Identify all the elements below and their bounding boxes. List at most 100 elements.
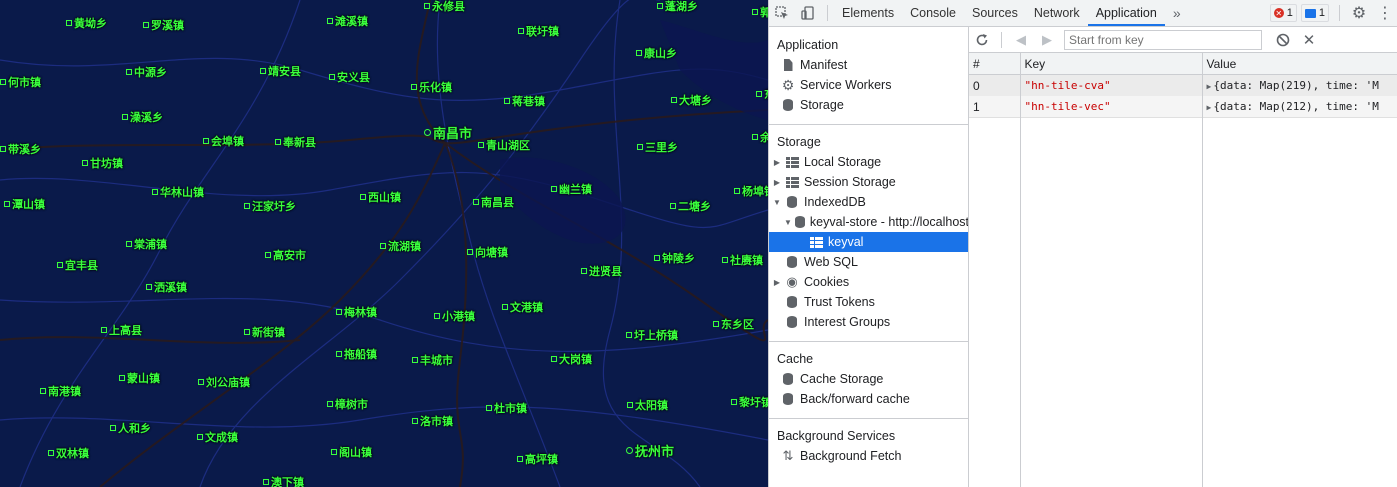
- map-place-label[interactable]: 甘坊镇: [82, 155, 123, 171]
- map-place-label[interactable]: 棠浦镇: [126, 236, 167, 252]
- column-header-key[interactable]: Key: [1020, 53, 1203, 75]
- map-place-label[interactable]: 潭山镇: [4, 196, 45, 212]
- map-place-label[interactable]: 三里乡: [637, 139, 678, 155]
- sidebar-item-background-fetch[interactable]: ⇅ Background Fetch: [769, 446, 968, 466]
- table-row[interactable]: 0 "hn-tile-cva" ▶ {data: Map(219), time: …: [969, 74, 1397, 96]
- map-place-label[interactable]: 青山湖区: [478, 137, 530, 153]
- sidebar-item-cache-storage[interactable]: Cache Storage: [769, 369, 968, 389]
- map-place-label[interactable]: 宜丰县: [57, 257, 98, 273]
- map-place-label[interactable]: 向塘镇: [467, 244, 508, 260]
- map-place-label[interactable]: 康山乡: [636, 45, 677, 61]
- delete-selected-icon[interactable]: ✕: [1296, 28, 1322, 52]
- map-place-label[interactable]: 文港镇: [502, 299, 543, 315]
- map-place-label[interactable]: 高坪镇: [517, 451, 558, 467]
- clear-object-store-icon[interactable]: [1270, 28, 1296, 52]
- map-place-label[interactable]: 汪家圩乡: [244, 198, 296, 214]
- sidebar-item-service-workers[interactable]: ⚙ Service Workers: [769, 75, 968, 95]
- row-value[interactable]: ▶ {data: Map(212), time: 'M: [1202, 96, 1397, 118]
- sidebar-item-keyval[interactable]: keyval: [769, 232, 968, 252]
- tab-application[interactable]: Application: [1087, 0, 1165, 26]
- map-place-label[interactable]: 圩上桥镇: [626, 327, 678, 343]
- map-place-label[interactable]: 樟树市: [327, 396, 368, 412]
- row-value[interactable]: ▶ {data: Map(219), time: 'M: [1202, 74, 1397, 96]
- map-place-label[interactable]: 华林山镇: [152, 184, 204, 200]
- map-place-label[interactable]: 小港镇: [434, 308, 475, 324]
- sidebar-item-back-forward-cache[interactable]: Back/forward cache: [769, 389, 968, 409]
- more-tabs-button[interactable]: »: [1165, 0, 1189, 26]
- expand-triangle-icon[interactable]: ▶: [1207, 82, 1212, 91]
- device-toolbar-icon[interactable]: [795, 0, 821, 26]
- expanded-triangle-icon[interactable]: ▼: [772, 198, 782, 207]
- map-place-label[interactable]: 大塘乡: [671, 92, 712, 108]
- map-place-label[interactable]: 乐化镇: [411, 79, 452, 95]
- tab-console[interactable]: Console: [902, 0, 964, 26]
- error-count-badge[interactable]: ✕ 1: [1269, 4, 1297, 22]
- map-place-label[interactable]: 抚州市: [626, 441, 674, 460]
- map-place-label[interactable]: 澳下镇: [263, 474, 304, 487]
- column-header-index[interactable]: #: [969, 53, 1021, 75]
- map-place-label[interactable]: 余: [752, 129, 768, 145]
- sidebar-item-keyval-store-http-localhost-8080[interactable]: ▼ keyval-store - http://localhost:8080: [769, 212, 968, 232]
- map-place-label[interactable]: 进贤县: [581, 263, 622, 279]
- map-place-label[interactable]: 东: [756, 86, 768, 102]
- map-place-label[interactable]: 幽兰镇: [551, 181, 592, 197]
- map-place-label[interactable]: 何市镇: [0, 74, 41, 90]
- sidebar-item-web-sql[interactable]: Web SQL: [769, 252, 968, 272]
- map-place-label[interactable]: 永修县: [424, 0, 465, 14]
- map-place-label[interactable]: 东乡区: [713, 316, 754, 332]
- map-place-label[interactable]: 滩溪镇: [327, 13, 368, 29]
- sidebar-item-local-storage[interactable]: ▶ Local Storage: [769, 152, 968, 172]
- map-place-label[interactable]: 新街镇: [244, 324, 285, 340]
- map-place-label[interactable]: 拖船镇: [336, 346, 377, 362]
- message-count-badge[interactable]: 1: [1300, 4, 1329, 22]
- sidebar-item-trust-tokens[interactable]: Trust Tokens: [769, 292, 968, 312]
- map-place-label[interactable]: 奉新县: [275, 134, 316, 150]
- map-view[interactable]: 黄坳乡 罗溪镇 滩溪镇 永修县 蓬湖乡 郭联圩镇 康山乡 何市镇 中源乡 靖安县 安义县 乐化镇 蒋巷镇…: [0, 0, 768, 487]
- map-place-label[interactable]: 人和乡: [110, 420, 151, 436]
- map-place-label[interactable]: 联圩镇: [518, 23, 559, 39]
- map-place-label[interactable]: 黎圩镇: [731, 394, 768, 410]
- map-place-label[interactable]: 带溪乡: [0, 141, 41, 157]
- sidebar-item-storage[interactable]: Storage: [769, 95, 968, 115]
- table-row[interactable]: 1 "hn-tile-vec" ▶ {data: Map(212), time: …: [969, 96, 1397, 118]
- map-place-label[interactable]: 黄坳乡: [66, 15, 107, 31]
- map-place-label[interactable]: 梅林镇: [336, 304, 377, 320]
- previous-page-icon[interactable]: ◀: [1008, 28, 1034, 52]
- inspect-element-icon[interactable]: [769, 0, 795, 26]
- map-place-label[interactable]: 蒋巷镇: [504, 93, 545, 109]
- tab-network[interactable]: Network: [1026, 0, 1088, 26]
- map-place-label[interactable]: 南昌县: [473, 194, 514, 210]
- map-place-label[interactable]: 高安市: [265, 247, 306, 263]
- map-place-label[interactable]: 洒溪镇: [146, 279, 187, 295]
- sidebar-item-cookies[interactable]: ▶ ◉ Cookies: [769, 272, 968, 292]
- map-place-label[interactable]: 流湖镇: [380, 238, 421, 254]
- map-place-label[interactable]: 南昌市: [424, 123, 472, 142]
- map-place-label[interactable]: 钟陵乡: [654, 250, 695, 266]
- map-place-label[interactable]: 罗溪镇: [143, 17, 184, 33]
- tab-elements[interactable]: Elements: [834, 0, 902, 26]
- map-place-label[interactable]: 杨埠镇: [734, 183, 768, 199]
- sidebar-item-manifest[interactable]: Manifest: [769, 55, 968, 75]
- map-place-label[interactable]: 洛市镇: [412, 413, 453, 429]
- map-place-label[interactable]: 南港镇: [40, 383, 81, 399]
- map-place-label[interactable]: 太阳镇: [627, 397, 668, 413]
- map-place-label[interactable]: 文成镇: [197, 429, 238, 445]
- sidebar-item-interest-groups[interactable]: Interest Groups: [769, 312, 968, 332]
- tab-sources[interactable]: Sources: [964, 0, 1026, 26]
- map-place-label[interactable]: 中源乡: [126, 64, 167, 80]
- collapsed-triangle-icon[interactable]: ▶: [772, 278, 782, 287]
- expand-triangle-icon[interactable]: ▶: [1207, 103, 1212, 112]
- start-from-key-input[interactable]: [1064, 29, 1262, 50]
- map-place-label[interactable]: 靖安县: [260, 63, 301, 79]
- map-place-label[interactable]: 安义县: [329, 69, 370, 85]
- map-place-label[interactable]: 丰城市: [412, 352, 453, 368]
- map-place-label[interactable]: 双林镇: [48, 445, 89, 461]
- map-place-label[interactable]: 郭: [752, 4, 768, 20]
- map-place-label[interactable]: 阁山镇: [331, 444, 372, 460]
- map-place-label[interactable]: 杜市镇: [486, 400, 527, 416]
- map-place-label[interactable]: 会埠镇: [203, 133, 244, 149]
- map-place-label[interactable]: 上高县: [101, 322, 142, 338]
- map-place-label[interactable]: 西山镇: [360, 189, 401, 205]
- map-place-label[interactable]: 二塘乡: [670, 198, 711, 214]
- sidebar-item-session-storage[interactable]: ▶ Session Storage: [769, 172, 968, 192]
